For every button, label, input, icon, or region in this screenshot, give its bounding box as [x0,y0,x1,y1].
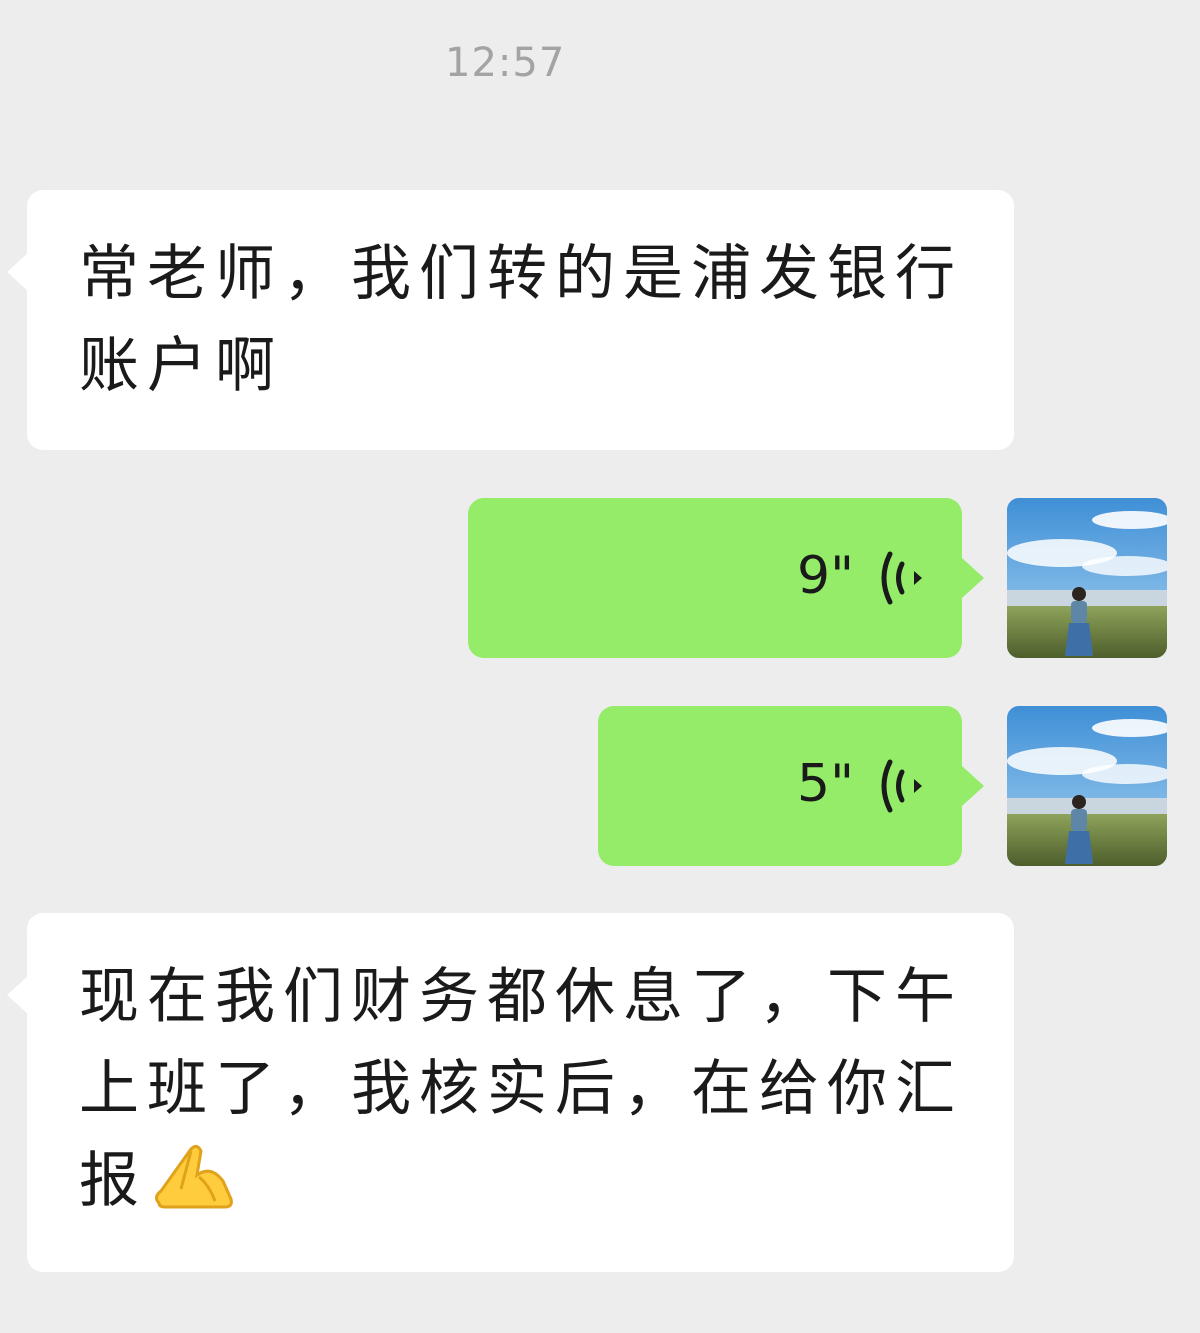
outgoing-voice-bubble[interactable]: 5" [598,706,984,866]
incoming-text-bubble[interactable]: 现在我们财务都休息了，下午上班了，我核实后，在给你汇报 [7,913,1014,1272]
message-text: 常老师，我们转的是浦发银行账户啊 [79,239,963,401]
voice-wave-icon [881,551,922,605]
outgoing-voice-bubble[interactable]: 9" [468,498,984,658]
voice-wave-icon [881,759,922,813]
avatar[interactable] [1007,498,1167,658]
chat-screen: 12:57 常老师，我们转的是浦发银行账户啊 9" 5" 现在我们财务都休息了，… [0,0,1200,1333]
message-text: 现在我们财务都休息了，下午上班了，我核实后，在给你汇报 [79,951,974,1227]
avatar[interactable] [1007,706,1167,866]
folded-hands-emoji-icon [154,1144,233,1209]
voice-duration: 5" [796,754,854,814]
user-avatar-photo [1007,706,1167,866]
user-avatar-photo [1007,498,1167,658]
incoming-text-bubble[interactable]: 常老师，我们转的是浦发银行账户啊 [7,190,1014,450]
voice-duration: 9" [796,546,854,606]
message-timestamp: 12:57 [445,40,566,86]
